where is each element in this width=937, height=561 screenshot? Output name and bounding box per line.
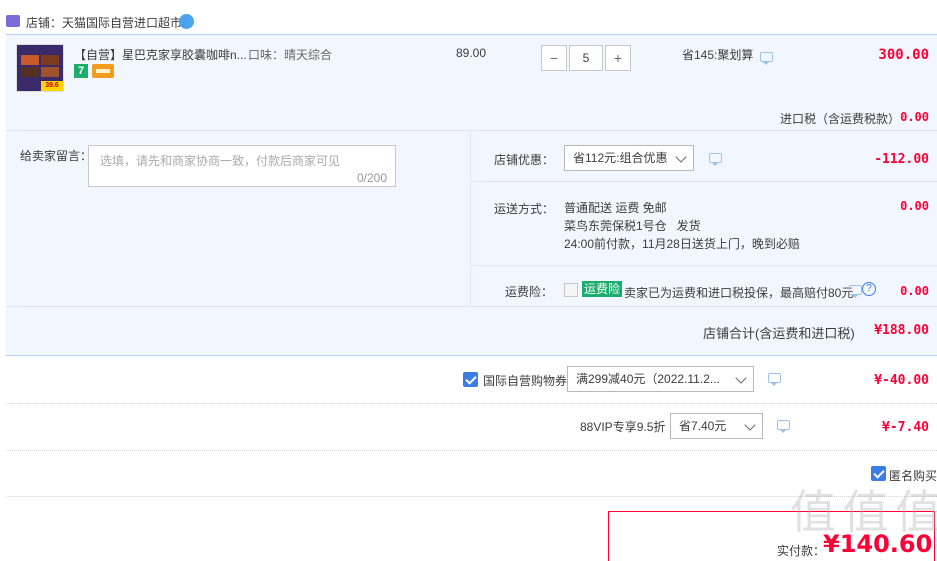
- message-textarea[interactable]: 选填，请先和商家协商一致，付款后商家可见 0/200: [88, 145, 396, 187]
- thumb-box-3: [21, 67, 39, 77]
- import-tax-label: 进口税（含运费税款）: [780, 112, 901, 126]
- coupon-checkbox[interactable]: [463, 372, 478, 387]
- item-title[interactable]: 【自营】星巴克家享胶囊咖啡n...: [74, 46, 247, 63]
- options-divider: [470, 131, 471, 306]
- plus-button[interactable]: +: [605, 45, 631, 71]
- thumb-box-2: [41, 55, 59, 65]
- quantity-stepper: − 5 +: [541, 45, 631, 71]
- badge-seven: 7: [74, 64, 88, 78]
- wangwang-icon[interactable]: [179, 14, 194, 29]
- store-total-label: 店铺合计(含运费和进口税): [703, 326, 855, 341]
- message-placeholder: 选填，请先和商家协商一致，付款后商家可见: [100, 154, 341, 168]
- separator-1: [6, 403, 937, 404]
- coupon-select[interactable]: 满299减40元（2022.11.2...: [567, 366, 754, 392]
- options-line-3: [6, 306, 937, 307]
- store-icon: [6, 15, 20, 27]
- item-unit-price: 89.00: [456, 46, 487, 60]
- card-icon: [92, 64, 114, 78]
- chevron-down-icon: [744, 419, 756, 431]
- shipping-label: 运送方式：: [494, 202, 555, 216]
- freight-insurance-checkbox[interactable]: [564, 283, 578, 297]
- chat-icon[interactable]: [768, 373, 781, 386]
- store-discount-select[interactable]: 省112元:组合优惠: [564, 145, 694, 171]
- store-header: 店铺：天猫国际自营进口超市: [6, 12, 306, 32]
- message-counter: 0/200: [356, 171, 387, 185]
- coupon-label: 国际自营购物券: [483, 374, 568, 388]
- freight-insurance-label: 运费险：: [505, 285, 554, 299]
- quantity-input[interactable]: 5: [569, 45, 603, 71]
- store-discount-label: 店铺优惠：: [494, 153, 555, 167]
- chat-icon[interactable]: [709, 153, 722, 166]
- vip-label: 88VIP专享9.5折: [580, 420, 666, 434]
- minus-button[interactable]: −: [541, 45, 567, 71]
- message-label: 给卖家留言：: [20, 149, 93, 163]
- shipping-line-2: 菜鸟东莞保税1号仓 发货: [564, 219, 701, 233]
- shipping-value: 0.00: [900, 199, 929, 213]
- freight-insurance-tag: 运费险: [582, 281, 623, 297]
- product-thumbnail[interactable]: 39.6: [16, 44, 64, 92]
- freight-insurance-desc: 卖家已为运费和进口税投保，最高赔付80元: [624, 286, 854, 300]
- pay-label: 实付款：: [777, 544, 826, 558]
- watermark-logo: 值 值 值: [790, 485, 937, 539]
- chat-icon[interactable]: [760, 52, 773, 65]
- thumb-price-tag: 39.6: [41, 81, 63, 91]
- chat-icon[interactable]: [777, 420, 790, 433]
- thumb-box-4: [41, 67, 59, 77]
- store-total-value: ¥188.00: [874, 323, 929, 338]
- item-savings: 省145:聚划算: [682, 48, 754, 62]
- coupon-selected: 满299减40元（2022.11.2...: [576, 372, 720, 386]
- separator-2: [6, 450, 937, 451]
- item-total: 300.00: [878, 47, 929, 63]
- freight-insurance-value: 0.00: [900, 284, 929, 298]
- chevron-down-icon: [675, 151, 687, 163]
- vip-selected: 省7.40元: [679, 419, 727, 433]
- shipping-line-3: 24:00前付款，11月28日送货上门，晚到必赔: [564, 237, 800, 251]
- vip-value: ¥-7.40: [882, 420, 929, 435]
- import-tax-value: 0.00: [900, 110, 929, 124]
- coupon-value: ¥-40.00: [874, 373, 929, 388]
- vip-select[interactable]: 省7.40元: [670, 413, 763, 439]
- help-icon[interactable]: ?: [862, 282, 876, 296]
- chat-icon[interactable]: [849, 285, 862, 298]
- chevron-down-icon: [735, 372, 747, 384]
- options-right-line-2: [471, 265, 937, 266]
- store-discount-selected: 省112元:组合优惠: [573, 151, 668, 165]
- card-stripe: [96, 69, 110, 73]
- shipping-line-1: 普通配送 运费 免邮: [564, 201, 667, 215]
- options-right-line-1: [471, 181, 937, 182]
- store-discount-value: -112.00: [874, 152, 929, 167]
- item-flavor: 口味：晴天综合: [248, 48, 333, 62]
- store-label[interactable]: 店铺：天猫国际自营进口超市: [26, 14, 182, 31]
- thumb-box-1: [21, 55, 39, 65]
